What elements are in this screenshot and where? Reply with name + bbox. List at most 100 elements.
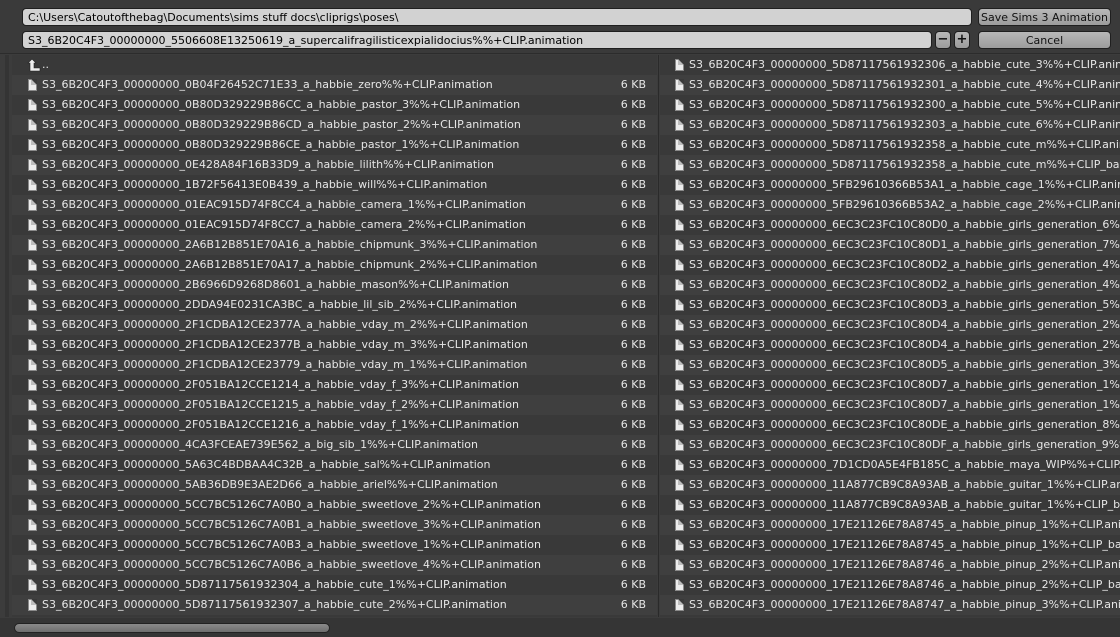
file-row[interactable]: S3_6B20C4F3_00000000_2F1CDBA12CE2377B_a_… bbox=[12, 335, 657, 355]
file-row[interactable]: S3_6B20C4F3_00000000_17E21126E78A8745_a_… bbox=[660, 535, 1120, 555]
file-icon bbox=[28, 539, 37, 551]
file-icon bbox=[28, 139, 37, 151]
file-row[interactable]: S3_6B20C4F3_00000000_5D87117561932358_a_… bbox=[660, 135, 1120, 155]
file-name: S3_6B20C4F3_00000000_17E21126E78A8746_a_… bbox=[689, 558, 1120, 571]
file-row[interactable]: S3_6B20C4F3_00000000_0B80D329229B86CE_a_… bbox=[12, 135, 657, 155]
file-row[interactable]: S3_6B20C4F3_00000000_6EC3C23FC10C80D7_a_… bbox=[660, 375, 1120, 395]
cancel-button[interactable]: Cancel bbox=[978, 31, 1111, 49]
file-row[interactable]: S3_6B20C4F3_00000000_2B6966D9268D8601_a_… bbox=[12, 275, 657, 295]
file-row[interactable]: S3_6B20C4F3_00000000_6EC3C23FC10C80D4_a_… bbox=[660, 335, 1120, 355]
file-row[interactable]: S3_6B20C4F3_00000000_2F1CDBA12CE23779_a_… bbox=[12, 355, 657, 375]
file-icon bbox=[28, 359, 37, 371]
file-size: 6 KB bbox=[620, 458, 646, 471]
file-row[interactable]: S3_6B20C4F3_00000000_0E428A84F16B33D9_a_… bbox=[12, 155, 657, 175]
file-row[interactable]: S3_6B20C4F3_00000000_01EAC915D74F8CC7_a_… bbox=[12, 215, 657, 235]
file-row[interactable]: S3_6B20C4F3_00000000_5CC7BC5126C7A0B6_a_… bbox=[12, 555, 657, 575]
file-row[interactable]: S3_6B20C4F3_00000000_6EC3C23FC10C80DF_a_… bbox=[660, 435, 1120, 455]
decrement-button[interactable]: − bbox=[935, 31, 951, 49]
horizontal-scrollbar-thumb[interactable] bbox=[14, 623, 330, 633]
file-icon bbox=[675, 319, 684, 331]
filename-field[interactable]: S3_6B20C4F3_00000000_5506608E13250619_a_… bbox=[22, 31, 932, 49]
file-row[interactable]: S3_6B20C4F3_00000000_2F1CDBA12CE2377A_a_… bbox=[12, 315, 657, 335]
file-row[interactable]: S3_6B20C4F3_00000000_1B72F56413E0B439_a_… bbox=[12, 175, 657, 195]
file-name: S3_6B20C4F3_00000000_6EC3C23FC10C80D0_a_… bbox=[689, 218, 1120, 231]
file-row[interactable]: S3_6B20C4F3_00000000_6EC3C23FC10C80D1_a_… bbox=[660, 235, 1120, 255]
file-row[interactable]: S3_6B20C4F3_00000000_6EC3C23FC10C80D7_a_… bbox=[660, 395, 1120, 415]
file-row[interactable]: S3_6B20C4F3_00000000_2F051BA12CCE1215_a_… bbox=[12, 395, 657, 415]
file-name: S3_6B20C4F3_00000000_2A6B12B851E70A17_a_… bbox=[42, 258, 538, 271]
file-name: S3_6B20C4F3_00000000_17E21126E78A8746_a_… bbox=[689, 578, 1120, 591]
file-icon bbox=[675, 559, 684, 571]
file-row[interactable]: S3_6B20C4F3_00000000_5CC7BC5126C7A0B1_a_… bbox=[12, 515, 657, 535]
file-name: S3_6B20C4F3_00000000_2B6966D9268D8601_a_… bbox=[42, 278, 510, 291]
file-row[interactable]: S3_6B20C4F3_00000000_17E21126E78A8747_a_… bbox=[660, 595, 1120, 615]
file-row[interactable]: S3_6B20C4F3_00000000_7D1CD0A5E4FB185C_a_… bbox=[660, 455, 1120, 475]
file-row[interactable]: S3_6B20C4F3_00000000_6EC3C23FC10C80D2_a_… bbox=[660, 255, 1120, 275]
file-name: S3_6B20C4F3_00000000_0B80D329229B86CE_a_… bbox=[42, 138, 520, 151]
parent-directory-row[interactable]: .. bbox=[12, 55, 657, 75]
file-row[interactable]: S3_6B20C4F3_00000000_2A6B12B851E70A16_a_… bbox=[12, 235, 657, 255]
file-row[interactable]: S3_6B20C4F3_00000000_17E21126E78A8746_a_… bbox=[660, 555, 1120, 575]
file-row[interactable]: S3_6B20C4F3_00000000_6EC3C23FC10C80D3_a_… bbox=[660, 295, 1120, 315]
file-name: S3_6B20C4F3_00000000_6EC3C23FC10C80D2_a_… bbox=[689, 258, 1120, 271]
file-name: S3_6B20C4F3_00000000_01EAC915D74F8CC7_a_… bbox=[42, 218, 526, 231]
file-row[interactable]: S3_6B20C4F3_00000000_2DDA94E0231CA3BC_a_… bbox=[12, 295, 657, 315]
file-row[interactable]: S3_6B20C4F3_00000000_6EC3C23FC10C80D4_a_… bbox=[660, 315, 1120, 335]
file-row[interactable]: S3_6B20C4F3_00000000_5D87117561932358_a_… bbox=[660, 155, 1120, 175]
file-icon bbox=[675, 359, 684, 371]
file-name: S3_6B20C4F3_00000000_4CA3FCEAE739E562_a_… bbox=[42, 438, 479, 451]
directory-path-field[interactable]: C:\Users\Catoutofthebag\Documents\sims s… bbox=[22, 8, 972, 26]
file-row[interactable]: S3_6B20C4F3_00000000_6EC3C23FC10C80D2_a_… bbox=[660, 275, 1120, 295]
file-row[interactable]: S3_6B20C4F3_00000000_5A63C4BDBAA4C32B_a_… bbox=[12, 455, 657, 475]
file-icon bbox=[675, 59, 684, 71]
file-row[interactable]: S3_6B20C4F3_00000000_5D87117561932303_a_… bbox=[660, 115, 1120, 135]
file-row[interactable]: S3_6B20C4F3_00000000_11A877CB9C8A93AB_a_… bbox=[660, 495, 1120, 515]
file-name: S3_6B20C4F3_00000000_5CC7BC5126C7A0B0_a_… bbox=[42, 498, 541, 511]
file-name: S3_6B20C4F3_00000000_17E21126E78A8745_a_… bbox=[689, 518, 1120, 531]
file-row[interactable]: S3_6B20C4F3_00000000_6EC3C23FC10C80DE_a_… bbox=[660, 415, 1120, 435]
file-icon bbox=[675, 419, 684, 431]
file-size: 6 KB bbox=[620, 118, 646, 131]
horizontal-scrollbar[interactable] bbox=[0, 618, 1120, 637]
file-size: 6 KB bbox=[620, 338, 646, 351]
file-row[interactable]: S3_6B20C4F3_00000000_01EAC915D74F8CC4_a_… bbox=[12, 195, 657, 215]
file-icon bbox=[28, 319, 37, 331]
file-row[interactable]: S3_6B20C4F3_00000000_2F051BA12CCE1216_a_… bbox=[12, 415, 657, 435]
file-row[interactable]: S3_6B20C4F3_00000000_5CC7BC5126C7A0B3_a_… bbox=[12, 535, 657, 555]
file-row[interactable]: S3_6B20C4F3_00000000_6EC3C23FC10C80D5_a_… bbox=[660, 355, 1120, 375]
file-row[interactable]: S3_6B20C4F3_00000000_5D87117561932306_a_… bbox=[660, 55, 1120, 75]
file-row[interactable]: S3_6B20C4F3_00000000_6EC3C23FC10C80D0_a_… bbox=[660, 215, 1120, 235]
file-row[interactable]: S3_6B20C4F3_00000000_2F051BA12CCE1214_a_… bbox=[12, 375, 657, 395]
file-row[interactable]: S3_6B20C4F3_00000000_5D87117561932300_a_… bbox=[660, 95, 1120, 115]
file-row[interactable]: S3_6B20C4F3_00000000_2A6B12B851E70A17_a_… bbox=[12, 255, 657, 275]
increment-button[interactable]: + bbox=[954, 31, 970, 49]
file-row[interactable]: S3_6B20C4F3_00000000_11A877CB9C8A93AB_a_… bbox=[660, 475, 1120, 495]
file-size: 6 KB bbox=[620, 318, 646, 331]
file-row[interactable]: S3_6B20C4F3_00000000_5CC7BC5126C7A0B0_a_… bbox=[12, 495, 657, 515]
file-name: S3_6B20C4F3_00000000_5D87117561932358_a_… bbox=[689, 138, 1120, 151]
file-row[interactable]: S3_6B20C4F3_00000000_5FB29610366B53A1_a_… bbox=[660, 175, 1120, 195]
file-row[interactable]: S3_6B20C4F3_00000000_17E21126E78A8746_a_… bbox=[660, 575, 1120, 595]
file-size: 6 KB bbox=[620, 438, 646, 451]
file-name: S3_6B20C4F3_00000000_2F1CDBA12CE2377A_a_… bbox=[42, 318, 528, 331]
file-row[interactable]: S3_6B20C4F3_00000000_5AB36DB9E3AE2D66_a_… bbox=[12, 475, 657, 495]
file-name: S3_6B20C4F3_00000000_2F051BA12CCE1216_a_… bbox=[42, 418, 519, 431]
file-icon bbox=[28, 559, 37, 571]
file-row[interactable]: S3_6B20C4F3_00000000_5D87117561932301_a_… bbox=[660, 75, 1120, 95]
save-animation-button[interactable]: Save Sims 3 Animation bbox=[978, 8, 1111, 26]
file-icon bbox=[28, 419, 37, 431]
file-row[interactable]: S3_6B20C4F3_00000000_5FB29610366B53A2_a_… bbox=[660, 195, 1120, 215]
file-row[interactable]: S3_6B20C4F3_00000000_5D87117561932304_a_… bbox=[12, 575, 657, 595]
file-icon bbox=[675, 299, 684, 311]
file-row[interactable]: S3_6B20C4F3_00000000_0B80D329229B86CC_a_… bbox=[12, 95, 657, 115]
file-size: 6 KB bbox=[620, 218, 646, 231]
file-row[interactable]: S3_6B20C4F3_00000000_5D87117561932307_a_… bbox=[12, 595, 657, 615]
file-row[interactable]: S3_6B20C4F3_00000000_17E21126E78A8745_a_… bbox=[660, 515, 1120, 535]
file-size: 6 KB bbox=[620, 278, 646, 291]
file-name: S3_6B20C4F3_00000000_5D87117561932358_a_… bbox=[689, 158, 1120, 171]
file-row[interactable]: S3_6B20C4F3_00000000_0B04F26452C71E33_a_… bbox=[12, 75, 657, 95]
file-icon bbox=[28, 439, 37, 451]
file-row[interactable]: S3_6B20C4F3_00000000_4CA3FCEAE739E562_a_… bbox=[12, 435, 657, 455]
file-name: S3_6B20C4F3_00000000_5D87117561932303_a_… bbox=[689, 118, 1120, 131]
file-row[interactable]: S3_6B20C4F3_00000000_0B80D329229B86CD_a_… bbox=[12, 115, 657, 135]
